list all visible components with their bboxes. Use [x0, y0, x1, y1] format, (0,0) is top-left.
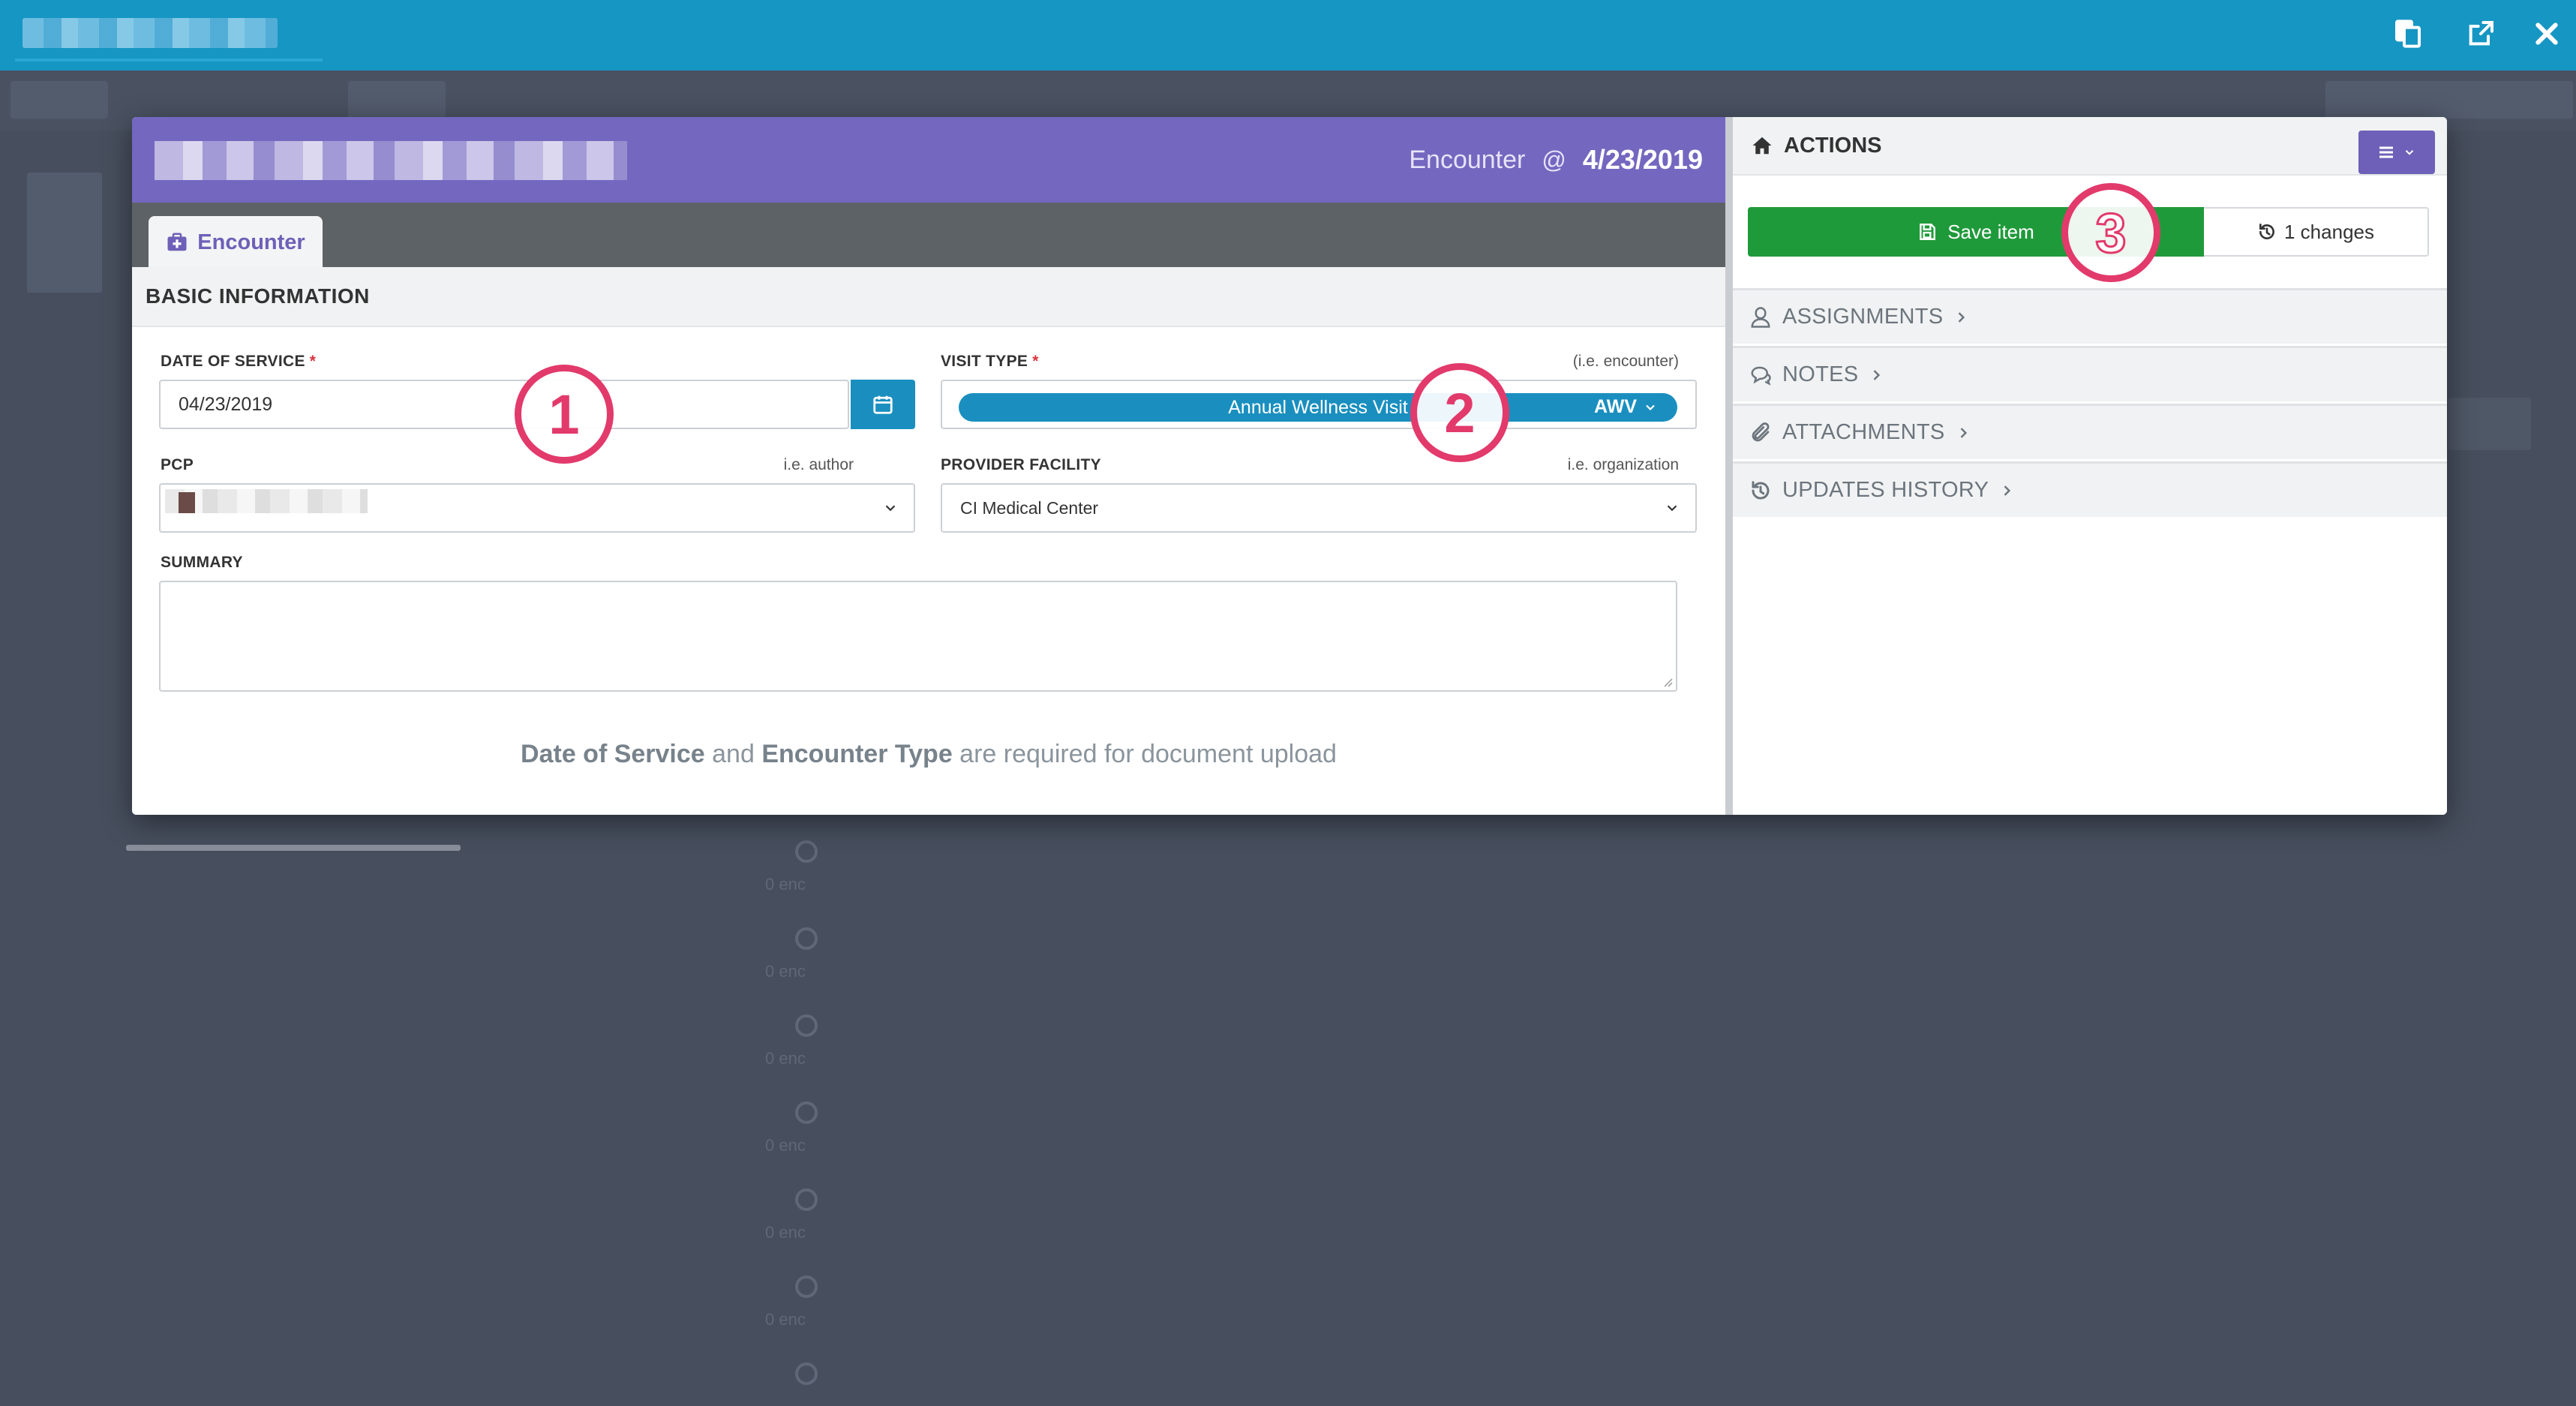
visit-type-code: AWV [1594, 396, 1658, 418]
background-circle [795, 840, 818, 863]
chevron-right-icon [1960, 427, 1967, 438]
annotation-marker-2: 2 [1410, 363, 1509, 462]
tab-encounter-label: Encounter [197, 230, 305, 254]
chevron-down-icon [2405, 150, 2414, 155]
chevron-down-icon [1667, 505, 1677, 512]
medical-kit-icon [167, 233, 187, 251]
assignments-section[interactable]: ASSIGNMENTS [1733, 288, 2447, 344]
summary-textarea[interactable] [159, 581, 1677, 692]
background-enc: 0 enc [765, 875, 806, 894]
pcp-label: PCP [161, 456, 194, 473]
encounter-form-pane: Encounter @ 4/23/2019 Encounter BASIC IN… [132, 117, 1725, 815]
external-link-icon[interactable] [2462, 15, 2499, 53]
provider-facility-value: CI Medical Center [960, 497, 1099, 518]
background-circle [795, 1101, 818, 1124]
updates-history-section[interactable]: UPDATES HISTORY [1733, 461, 2447, 517]
background-circle [795, 927, 818, 950]
menu-icon [2379, 146, 2393, 158]
date-of-service-value: 04/23/2019 [179, 393, 273, 415]
save-icon [1920, 224, 1936, 240]
notes-section[interactable]: NOTES [1733, 346, 2447, 401]
calendar-button[interactable] [851, 380, 915, 429]
background-enc: 0 enc [765, 1223, 806, 1242]
actions-title: ACTIONS [1784, 133, 1882, 158]
visit-type-value: Annual Wellness Visit [1228, 396, 1408, 418]
chevron-right-icon [2004, 485, 2011, 496]
documents-icon[interactable] [2389, 15, 2427, 53]
date-of-service-input[interactable]: 04/23/2019 [159, 380, 849, 429]
calendar-icon [873, 395, 893, 414]
updates-history-label: UPDATES HISTORY [1782, 478, 1989, 502]
header-at-sign: @ [1542, 146, 1566, 173]
chevron-down-icon [885, 505, 896, 512]
background-chip [2325, 81, 2573, 119]
pane-divider[interactable] [1725, 117, 1733, 815]
changes-button[interactable]: 1 changes [2204, 207, 2429, 257]
background-enc: 0 enc [765, 962, 806, 981]
attachments-label: ATTACHMENTS [1782, 420, 1945, 444]
notes-label: NOTES [1782, 362, 1859, 386]
background-enc: 0 enc [765, 1049, 806, 1068]
pcp-hint: i.e. author [783, 456, 854, 473]
patient-name-redacted [155, 141, 627, 180]
annotation-marker-3: 3 [2061, 183, 2160, 282]
background-chip [348, 81, 446, 119]
chevron-right-icon [1959, 311, 1965, 323]
assignments-label: ASSIGNMENTS [1782, 305, 1944, 329]
chevron-right-icon [1874, 369, 1881, 380]
background-circle [795, 1362, 818, 1385]
tab-strip [132, 203, 1725, 267]
date-of-service-label: DATE OF SERVICE * [161, 353, 317, 370]
upload-requirement-note: Date of Service and Encounter Type are r… [521, 740, 1337, 768]
header-encounter-text: Encounter [1409, 145, 1526, 174]
encounter-header-label: Encounter @ 4/23/2019 [1409, 144, 1703, 176]
app-title-redacted [23, 18, 278, 48]
summary-label: SUMMARY [161, 554, 243, 571]
actions-menu-button[interactable] [2358, 131, 2435, 174]
background-circle [795, 1014, 818, 1037]
pcp-value-redacted [165, 489, 368, 513]
resize-grip-icon[interactable] [1661, 675, 1673, 687]
provider-facility-select[interactable]: CI Medical Center [941, 483, 1697, 533]
background-circle [795, 1275, 818, 1298]
close-icon[interactable] [2528, 15, 2565, 53]
history-icon [1752, 480, 1770, 500]
home-icon [1752, 137, 1772, 155]
save-item-label: Save item [1947, 220, 2034, 243]
changes-label: 1 changes [2284, 220, 2374, 243]
app-title-underline [15, 59, 323, 62]
section-basic-information: BASIC INFORMATION [132, 267, 1725, 327]
encounter-header: Encounter @ 4/23/2019 [132, 117, 1725, 203]
annotation-marker-1: 1 [515, 365, 614, 464]
comments-icon [1751, 366, 1771, 386]
visit-type-select[interactable]: Annual Wellness Visit AWV [959, 393, 1677, 422]
background-bar [2448, 398, 2531, 450]
attachments-section[interactable]: ATTACHMENTS [1733, 404, 2447, 459]
top-bar [0, 0, 2576, 71]
header-date: 4/23/2019 [1582, 144, 1703, 175]
tab-encounter[interactable]: Encounter [149, 216, 323, 269]
background-enc: 0 enc [765, 1136, 806, 1155]
background-circle [795, 1188, 818, 1211]
actions-header: ACTIONS [1733, 117, 2447, 176]
background-bar [126, 845, 461, 851]
history-icon [2259, 223, 2274, 239]
user-icon [1751, 306, 1770, 328]
background-bar [27, 173, 102, 293]
chevron-down-icon [1646, 404, 1655, 410]
background-enc: 0 enc [765, 1310, 806, 1329]
paperclip-icon [1752, 422, 1770, 441]
provider-facility-label: PROVIDER FACILITY [941, 456, 1101, 473]
visit-type-label: VISIT TYPE * [941, 353, 1039, 370]
background-chip [11, 81, 108, 119]
